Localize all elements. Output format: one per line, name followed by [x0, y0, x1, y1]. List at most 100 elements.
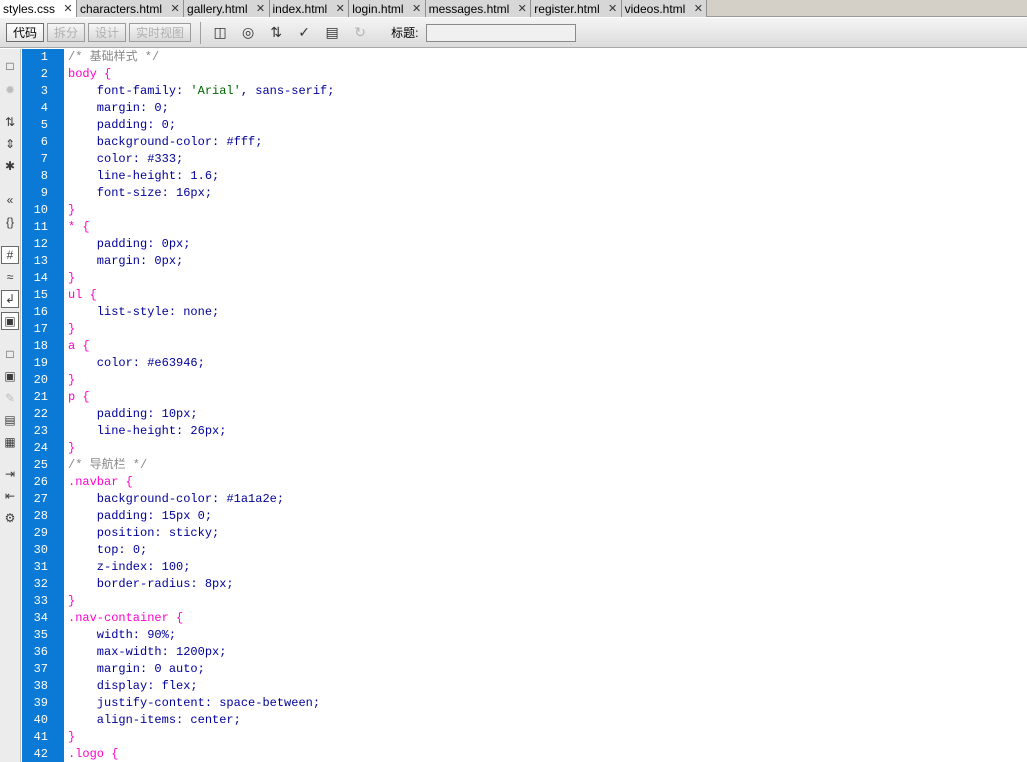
- word-wrap-icon[interactable]: ↲: [1, 290, 19, 308]
- code-token: justify-content:: [68, 696, 220, 710]
- select-parent-tag-icon[interactable]: «: [1, 191, 19, 209]
- refresh-icon[interactable]: ↻: [349, 23, 371, 43]
- code-token: padding:: [68, 118, 162, 132]
- close-icon[interactable]: ✕: [335, 2, 345, 15]
- close-icon[interactable]: ✕: [170, 2, 180, 15]
- highlight-invalid-code-icon[interactable]: ≈: [1, 268, 19, 286]
- code-line: 10}: [34, 202, 1027, 219]
- move-css-icon[interactable]: ▦: [1, 433, 19, 451]
- expand-all-icon[interactable]: ✱: [1, 157, 19, 175]
- view-mode-button[interactable]: 拆分: [47, 23, 86, 42]
- line-number: 29: [33, 526, 48, 540]
- multiscreen-icon[interactable]: ◫: [209, 23, 231, 43]
- view-mode-button[interactable]: 设计: [88, 23, 127, 42]
- line-number: 37: [33, 662, 48, 676]
- code-token: 10px;: [161, 407, 198, 421]
- close-icon[interactable]: ✕: [412, 2, 422, 15]
- code-token: 1.6;: [190, 169, 220, 183]
- balance-braces-icon[interactable]: {}: [1, 213, 19, 231]
- code-token: list-style:: [68, 305, 184, 319]
- tab-label: index.html: [272, 1, 328, 16]
- visual-aids-icon[interactable]: ▤: [321, 23, 343, 43]
- code-line: 6 background-color: #fff;: [41, 134, 1027, 151]
- open-documents-icon[interactable]: □: [1, 57, 19, 75]
- code-text: * {: [68, 219, 90, 236]
- check-page-icon[interactable]: ✓: [293, 23, 315, 43]
- code-line: 18 a {: [34, 338, 1027, 355]
- apply-comment-icon[interactable]: □: [1, 345, 19, 363]
- code-line: 42 .logo {: [34, 746, 1027, 762]
- code-text: /* 导航栏 */: [68, 457, 147, 474]
- code-token: border-radius:: [68, 577, 205, 591]
- code-line: 7 color: #333;: [41, 151, 1027, 168]
- code-text: ul {: [68, 287, 97, 304]
- code-token: align-items:: [68, 713, 191, 727]
- tab-register-html[interactable]: register.html ✕: [531, 0, 622, 17]
- line-numbers-icon[interactable]: #: [1, 246, 19, 264]
- view-mode-button[interactable]: 实时视图: [129, 23, 192, 42]
- syntax-coloring-icon[interactable]: ▣: [1, 312, 19, 330]
- code-line: 36 max-width: 1200px;: [34, 644, 1027, 661]
- format-source-icon[interactable]: ⚙: [1, 509, 19, 527]
- code-line: 41}: [34, 729, 1027, 746]
- file-management-icon[interactable]: ⇅: [265, 23, 287, 43]
- code-text: max-width: 1200px;: [68, 644, 227, 661]
- recent-snippets-icon[interactable]: ▤: [1, 411, 19, 429]
- code-text: width: 90%;: [68, 627, 176, 644]
- code-token: 0;: [161, 118, 177, 132]
- line-number: 32: [33, 577, 48, 591]
- tab-videos-html[interactable]: videos.html ✕: [621, 0, 708, 17]
- code-text: z-index: 100;: [68, 559, 191, 576]
- title-input[interactable]: [426, 23, 577, 42]
- code-line: 3 font-family: 'Arial', sans-serif;: [41, 83, 1027, 100]
- code-text: .navbar {: [68, 474, 133, 491]
- code-text: border-radius: 8px;: [68, 576, 234, 593]
- outdent-code-icon[interactable]: ⇤: [1, 487, 19, 505]
- code-token: #fff;: [226, 135, 263, 149]
- code-token: }: [68, 730, 76, 744]
- code-line: 15 ul {: [34, 287, 1027, 304]
- tab-login-html[interactable]: login.html ✕: [349, 0, 426, 17]
- code-token: flex;: [161, 679, 198, 693]
- line-number: 35: [33, 628, 48, 642]
- code-text: padding: 0px;: [68, 236, 191, 253]
- code-token: /* 基础样式 */: [68, 50, 160, 64]
- tab-index-html[interactable]: index.html ✕: [269, 0, 350, 17]
- line-number: 7: [40, 152, 48, 166]
- remove-comment-icon[interactable]: ▣: [1, 367, 19, 385]
- code-line: 26 .navbar {: [34, 474, 1027, 491]
- wrap-tag-icon[interactable]: ✎: [1, 389, 19, 407]
- line-number: 33: [33, 594, 48, 608]
- code-text: body {: [68, 66, 111, 83]
- view-mode-button[interactable]: 代码: [6, 23, 45, 42]
- tab-styles-css[interactable]: styles.css ✕: [0, 0, 78, 17]
- code-editor[interactable]: 1 /* 基础样式 */ 2 body {3 font-family: 'Arial'…: [34, 49, 1027, 762]
- browser-preview-icon[interactable]: ◎: [237, 23, 259, 43]
- show-code-navigator-icon[interactable]: ✹: [1, 81, 19, 99]
- close-icon[interactable]: ✕: [63, 2, 73, 15]
- tab-characters-html[interactable]: characters.html ✕: [77, 0, 185, 17]
- code-token: body {: [68, 67, 112, 81]
- code-token: 15px 0;: [161, 509, 213, 523]
- code-token: a {: [68, 339, 90, 353]
- code-text: background-color: #fff;: [68, 134, 263, 151]
- line-number: 27: [33, 492, 48, 506]
- close-icon[interactable]: ✕: [256, 2, 266, 15]
- close-icon[interactable]: ✕: [517, 2, 527, 15]
- tab-gallery-html[interactable]: gallery.html ✕: [184, 0, 270, 17]
- code-text: display: flex;: [68, 678, 198, 695]
- view-mode-buttons: 代码 拆分 设计 实时视图: [6, 23, 194, 42]
- line-number: 11: [33, 220, 48, 234]
- collapse-selection-icon[interactable]: ⇕: [1, 135, 19, 153]
- tab-messages-html[interactable]: messages.html ✕: [425, 0, 532, 17]
- indent-code-icon[interactable]: ⇥: [1, 465, 19, 483]
- code-token: ul {: [68, 288, 97, 302]
- code-token: center;: [190, 713, 241, 727]
- code-token: margin:: [68, 254, 155, 268]
- code-token: padding:: [68, 509, 162, 523]
- code-line: 5 padding: 0;: [41, 117, 1027, 134]
- collapse-full-tag-icon[interactable]: ⇅: [1, 113, 19, 131]
- code-token: 'Arial': [190, 84, 241, 98]
- close-icon[interactable]: ✕: [693, 2, 703, 15]
- close-icon[interactable]: ✕: [608, 2, 618, 15]
